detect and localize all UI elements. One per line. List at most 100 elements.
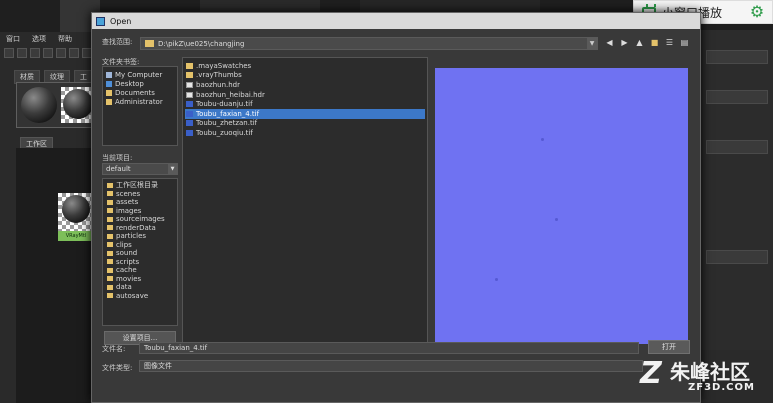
filename-label: 文件名:	[102, 345, 126, 353]
hdr-file-icon	[186, 91, 193, 98]
gear-icon[interactable]: ⚙	[748, 3, 766, 21]
tool-icon[interactable]	[17, 48, 27, 58]
tif-file-icon	[186, 129, 193, 136]
folder-icon	[107, 276, 113, 282]
project-folder-item[interactable]: renderData	[107, 224, 173, 233]
project-dropdown[interactable]: default ▼	[102, 163, 178, 175]
watermark-logo: Z 朱峰社区 ZF3D.COM	[640, 354, 770, 400]
project-value: default	[106, 165, 131, 173]
folder-icon	[106, 89, 112, 96]
project-folder-item[interactable]: particles	[107, 232, 173, 241]
project-folder-item[interactable]: data	[107, 283, 173, 292]
tool-icon[interactable]	[30, 48, 40, 58]
file-item[interactable]: baozhun.hdr	[185, 80, 425, 90]
tif-file-icon	[186, 120, 193, 127]
tool-icon[interactable]	[69, 48, 79, 58]
project-folder-item[interactable]: autosave	[107, 292, 173, 301]
project-folder-item[interactable]: cache	[107, 266, 173, 275]
background-tool-icons	[4, 48, 92, 58]
folder-icon	[107, 233, 113, 239]
file-item[interactable]: Toubu-duanju.tif	[185, 99, 425, 109]
project-folder-item[interactable]: clips	[107, 241, 173, 250]
folder-icon	[107, 242, 113, 248]
tool-icon[interactable]	[4, 48, 14, 58]
project-folder-item[interactable]: images	[107, 207, 173, 216]
folder-icon	[107, 216, 113, 222]
project-folder-item[interactable]: assets	[107, 198, 173, 207]
tif-file-icon	[186, 101, 193, 108]
chevron-down-icon[interactable]: ▼	[587, 38, 597, 49]
filename-input[interactable]: Toubu_faxian_4.tif	[139, 342, 639, 354]
folder-icon	[145, 40, 154, 47]
bookmark-my-computer[interactable]: My Computer	[106, 70, 174, 79]
path-dropdown[interactable]: D:\pikZ\ue025\changjing ▼	[140, 37, 598, 50]
menu-options[interactable]: 选项	[32, 34, 46, 48]
open-button[interactable]: 打开	[648, 340, 690, 354]
chevron-down-icon[interactable]: ▼	[168, 164, 177, 174]
image-preview	[435, 68, 688, 344]
project-folders-list: 工作区根目录 scenes assets images sourceimages…	[102, 178, 178, 326]
tif-file-icon	[186, 110, 193, 117]
look-in-label: 查找范围:	[102, 38, 133, 46]
vray-material-node[interactable]: VRayMtl	[58, 193, 94, 241]
bookmarks-list: My Computer Desktop Documents Administra…	[102, 66, 178, 146]
folder-icon	[107, 259, 113, 265]
maya-app-icon	[96, 16, 105, 26]
project-folder-item[interactable]: sourceimages	[107, 215, 173, 224]
folder-icon	[107, 182, 113, 188]
folder-icon	[107, 284, 113, 290]
watermark-mark: Z	[640, 356, 662, 391]
tool-icon[interactable]	[43, 48, 53, 58]
menu-help[interactable]: 帮助	[58, 34, 72, 48]
navigation-buttons: ◀ ▶ ▲ ■ ☰ ▤	[604, 37, 690, 48]
file-item-selected[interactable]: Toubu_faxian_4.tif	[185, 108, 425, 119]
project-folder-item[interactable]: 工作区根目录	[107, 181, 173, 190]
project-folder-item[interactable]: sound	[107, 249, 173, 258]
material-swatch-panel	[16, 82, 96, 128]
file-item[interactable]: baozhun_heibai.hdr	[185, 90, 425, 100]
back-icon[interactable]: ◀	[604, 37, 615, 48]
project-label: 当前项目:	[102, 154, 133, 162]
folder-icon	[107, 267, 113, 273]
dialog-titlebar[interactable]: Open	[92, 13, 700, 29]
tool-icon[interactable]	[56, 48, 66, 58]
forward-icon[interactable]: ▶	[619, 37, 630, 48]
folder-icon	[106, 98, 112, 105]
open-file-dialog: Open 查找范围: D:\pikZ\ue025\changjing ▼ ◀ ▶…	[91, 12, 701, 403]
watermark-name: 朱峰社区	[670, 360, 750, 384]
project-folder-item[interactable]: movies	[107, 275, 173, 284]
bookmark-documents[interactable]: Documents	[106, 88, 174, 97]
file-item[interactable]: Toubu_zuoqiu.tif	[185, 128, 425, 138]
material-swatch-sphere[interactable]	[21, 87, 57, 123]
work-area-panel	[16, 148, 96, 403]
desktop-icon	[106, 80, 112, 87]
folder-icon	[107, 225, 113, 231]
file-list: .mayaSwatches .vrayThumbs baozhun.hdr ba…	[182, 57, 428, 344]
filetype-label: 文件类型:	[102, 364, 133, 372]
look-in-row: 查找范围:	[102, 37, 132, 47]
project-folder-item[interactable]: scripts	[107, 258, 173, 267]
new-folder-icon[interactable]: ■	[649, 37, 660, 48]
file-item[interactable]: .mayaSwatches	[185, 61, 425, 71]
folder-icon	[107, 199, 113, 205]
folder-icon	[107, 191, 113, 197]
list-view-icon[interactable]: ☰	[664, 37, 675, 48]
file-item[interactable]: Toubu_zhetzan.tif	[185, 119, 425, 129]
project-folder-item[interactable]: scenes	[107, 190, 173, 199]
detail-view-icon[interactable]: ▤	[679, 37, 690, 48]
computer-icon	[106, 71, 112, 78]
menu-window[interactable]: 窗口	[6, 34, 20, 48]
material-swatch-sphere	[63, 89, 93, 119]
bookmark-desktop[interactable]: Desktop	[106, 79, 174, 88]
dialog-title: Open	[110, 16, 132, 26]
background-menubar: 窗口 选项 帮助	[2, 34, 72, 48]
file-item[interactable]: .vrayThumbs	[185, 71, 425, 81]
bookmark-administrator[interactable]: Administrator	[106, 97, 174, 106]
filetype-dropdown[interactable]: 图像文件	[139, 360, 643, 372]
folder-icon	[186, 72, 193, 79]
up-folder-icon[interactable]: ▲	[634, 37, 645, 48]
folder-icon	[107, 293, 113, 299]
watermark-domain: ZF3D.COM	[688, 382, 755, 393]
node-label: VRayMtl	[58, 231, 94, 241]
folder-icon	[107, 250, 113, 256]
